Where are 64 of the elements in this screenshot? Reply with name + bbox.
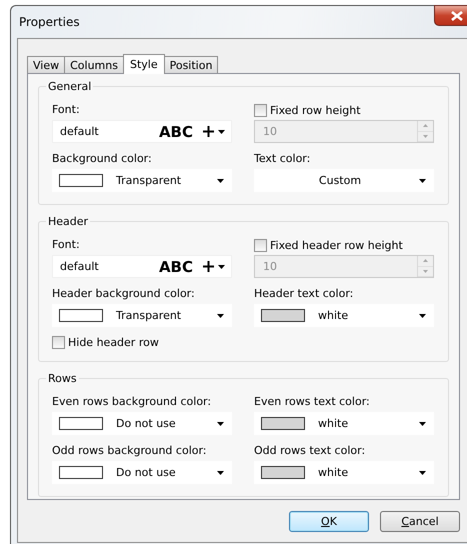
caret-icon <box>419 178 426 182</box>
font-name: default <box>60 125 100 138</box>
checkbox[interactable] <box>52 336 65 348</box>
caret-icon <box>419 422 426 426</box>
font-picker[interactable]: default ABC <box>52 255 232 278</box>
dropdown-value: Transparent <box>116 174 182 187</box>
color-dropdown[interactable]: Transparent <box>52 304 232 327</box>
field-label: Header background color: <box>52 287 196 301</box>
group-title: General <box>47 80 92 93</box>
cancel-button[interactable]: Cancel <box>380 511 460 532</box>
color-dropdown[interactable]: white <box>254 461 434 484</box>
caret-icon <box>217 422 224 426</box>
field-label: Font: <box>52 103 81 117</box>
close-button[interactable] <box>434 5 467 26</box>
dropdown-value: Do not use <box>116 417 177 430</box>
font-preview: ABC <box>158 122 193 140</box>
font-picker[interactable]: default ABC <box>52 120 232 143</box>
down-arrow-icon <box>423 270 428 273</box>
caret-icon <box>217 470 224 474</box>
window-title: Properties <box>18 15 80 29</box>
close-icon <box>451 10 463 20</box>
checkbox-label: Fixed row height <box>270 104 361 116</box>
color-dropdown[interactable]: Custom <box>254 169 434 192</box>
up-arrow-icon <box>423 124 428 128</box>
field-label: Even rows text color: <box>254 395 371 409</box>
group-title: Header <box>47 215 90 228</box>
group-title: Rows <box>47 372 78 385</box>
plus-icon <box>203 261 214 272</box>
caret-icon <box>419 470 426 474</box>
dropdown-value: white <box>318 466 350 479</box>
dropdown-value: Transparent <box>116 309 182 322</box>
color-dropdown[interactable]: Do not use <box>52 461 232 484</box>
color-dropdown[interactable]: white <box>254 412 434 435</box>
checkbox-label: Fixed header row height <box>270 238 403 252</box>
up-arrow-icon <box>423 259 428 262</box>
font-name: default <box>60 260 100 273</box>
tab[interactable]: Style <box>122 54 165 74</box>
plus-icon <box>203 126 214 137</box>
caret-icon <box>217 178 224 182</box>
checkbox-label: Hide header row <box>68 336 159 348</box>
dropdown-value: Custom <box>318 174 362 187</box>
caret-icon <box>217 314 224 318</box>
field-label: Text color: <box>254 152 312 166</box>
dropdown-value: white <box>318 417 350 430</box>
field-label: Header text color: <box>254 287 354 301</box>
ok-button[interactable]: OK <box>289 511 369 532</box>
color-dropdown[interactable]: Do not use <box>52 412 232 435</box>
tab[interactable]: Position <box>164 56 218 73</box>
font-preview: ABC <box>158 258 193 276</box>
dropdown-value: white <box>318 309 350 322</box>
caret-icon <box>218 130 225 134</box>
dropdown-value: Do not use <box>116 466 177 479</box>
down-arrow-icon <box>423 134 428 138</box>
tab[interactable]: Columns <box>64 56 124 73</box>
field-label: Odd rows text color: <box>254 444 366 458</box>
field-label: Background color: <box>52 152 153 166</box>
color-dropdown[interactable]: Transparent <box>52 169 232 192</box>
color-dropdown[interactable]: white <box>254 304 434 327</box>
tab[interactable]: View <box>27 56 66 73</box>
caret-icon <box>218 264 225 268</box>
field-label: Font: <box>52 238 81 252</box>
field-label: Even rows background color: <box>52 395 212 409</box>
caret-icon <box>419 314 426 318</box>
field-label: Odd rows background color: <box>52 444 208 458</box>
